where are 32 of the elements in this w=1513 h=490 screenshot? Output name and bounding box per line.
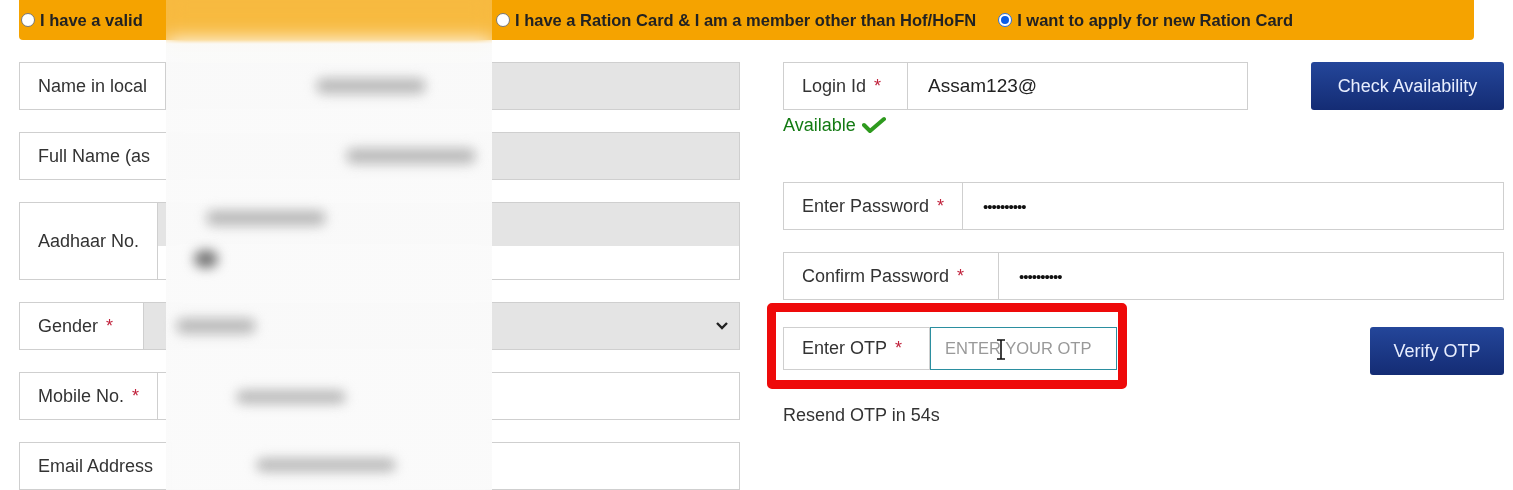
- required-mark: *: [895, 338, 903, 359]
- verify-otp-button[interactable]: Verify OTP: [1370, 327, 1504, 375]
- password-field[interactable]: Confirm Password * ••••••••••: [783, 252, 1504, 300]
- form-field[interactable]: Email Address: [19, 442, 740, 490]
- field-label: Email Address: [20, 443, 173, 489]
- password-dots: ••••••••••: [982, 196, 1027, 217]
- availability-status: Available: [783, 114, 856, 136]
- chevron-down-icon: [715, 321, 729, 331]
- password-dots: ••••••••••: [1018, 266, 1063, 287]
- required-mark: *: [874, 75, 882, 97]
- field-value: Assam123@: [927, 74, 1039, 98]
- required-mark: *: [957, 265, 965, 287]
- radio-button[interactable]: [21, 13, 35, 27]
- radio-button[interactable]: [998, 13, 1013, 27]
- required-mark: *: [132, 385, 140, 407]
- form-field[interactable]: Mobile No. *: [19, 372, 740, 420]
- field-label: Enter Password *: [784, 183, 964, 229]
- resend-countdown: Resend OTP in 54s: [783, 405, 940, 426]
- login-id-field[interactable]: Login Id * Assam123@: [783, 62, 1248, 110]
- required-mark: *: [937, 195, 945, 217]
- field-label: Login Id *: [784, 63, 908, 109]
- radio-button[interactable]: [496, 13, 510, 27]
- radio-option[interactable]: I want to apply for new Ration Card: [998, 10, 1294, 30]
- field-label: Mobile No. *: [20, 373, 159, 419]
- field-label: Confirm Password *: [784, 253, 999, 299]
- radio-option[interactable]: I have a Ration Card & I am a member other than Hof/HoFN: [496, 10, 977, 30]
- check-availability-button[interactable]: Check Availability: [1311, 62, 1504, 110]
- required-mark: *: [106, 315, 114, 337]
- check-icon: [861, 116, 886, 134]
- password-field[interactable]: Enter Password * ••••••••••: [783, 182, 1504, 230]
- otp-field[interactable]: ENTER YOUR OTP: [930, 327, 1117, 370]
- radio-option[interactable]: I have a valid: [21, 10, 474, 30]
